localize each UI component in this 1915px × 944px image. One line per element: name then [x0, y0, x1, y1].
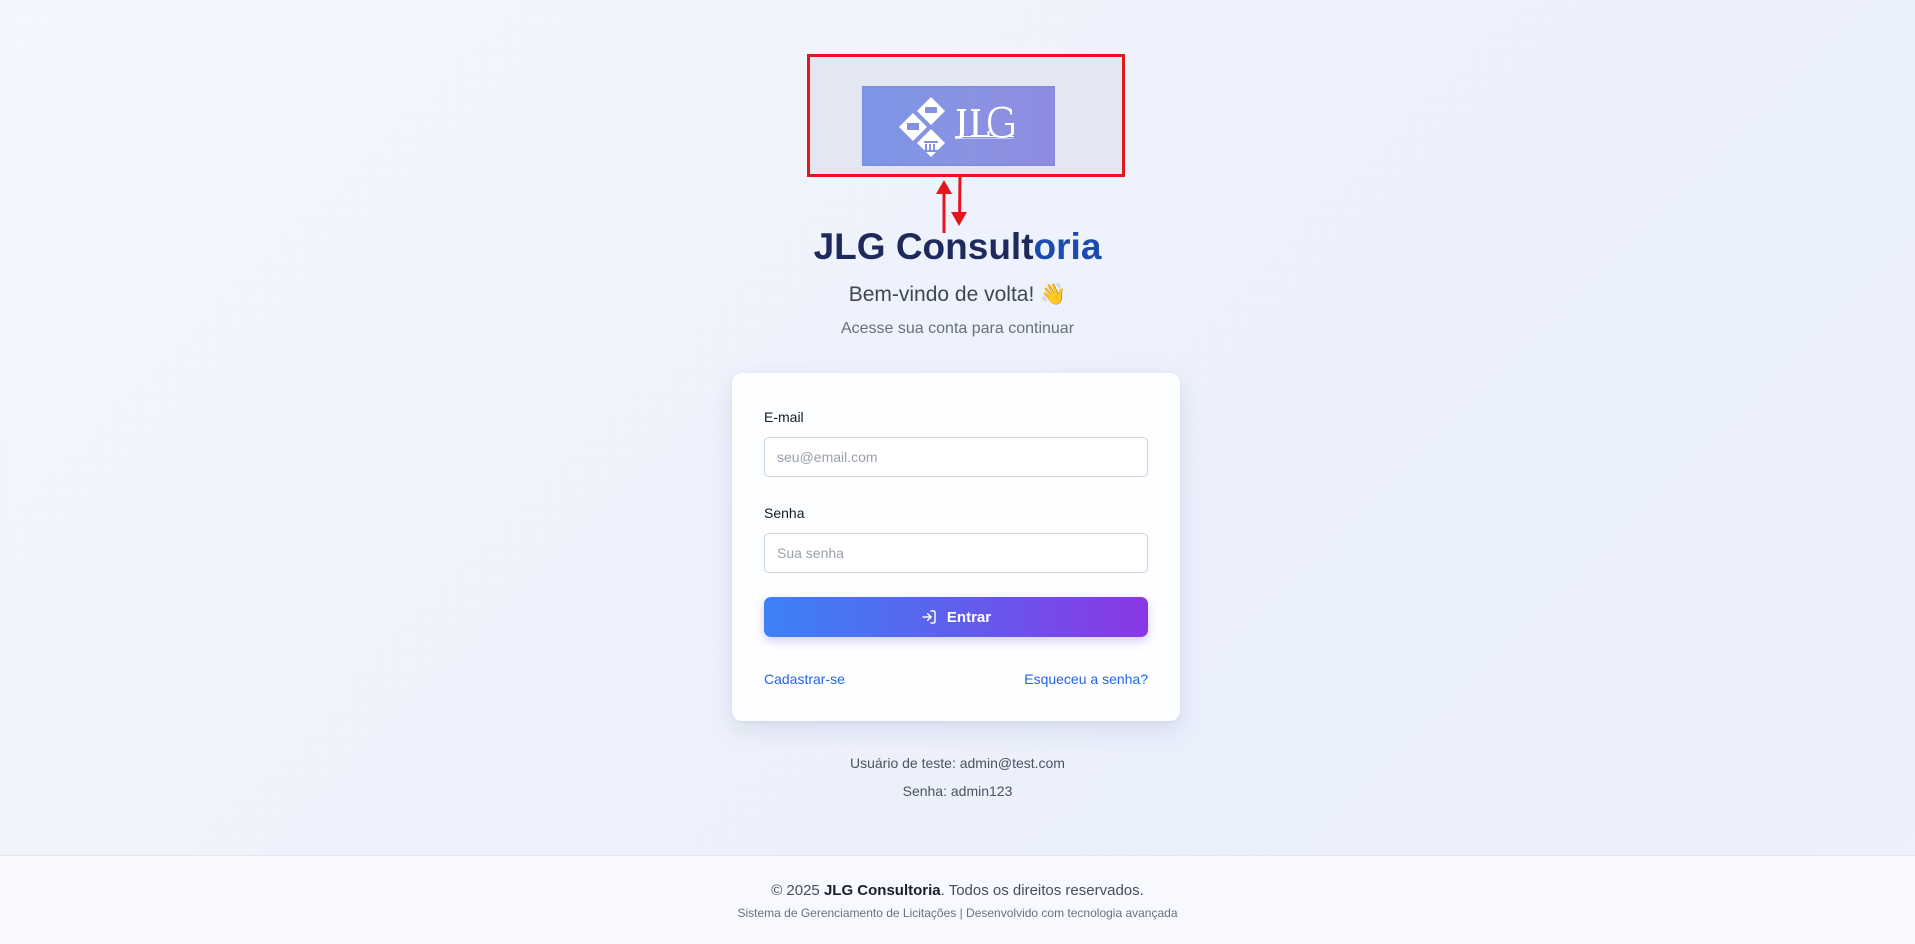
email-input[interactable]	[764, 437, 1148, 477]
login-card: E-mail Senha Entrar Cadastrar-se Esquece…	[732, 373, 1180, 721]
password-label: Senha	[764, 505, 805, 521]
email-label: E-mail	[764, 409, 804, 425]
welcome-heading: Bem-vindo de volta! 👋	[848, 283, 1067, 306]
login-button[interactable]: Entrar	[764, 597, 1148, 637]
footer-company: JLG Consultoria	[823, 882, 941, 899]
copyright-suffix: . Todos os direitos reservados.	[940, 882, 1144, 899]
test-user-hint: Usuário de teste: admin@test.com	[850, 755, 1065, 771]
welcome-subtitle: Acesse sua conta para continuar	[840, 320, 1075, 337]
password-input[interactable]	[764, 533, 1148, 573]
brand-title-accent: oria	[1033, 226, 1102, 267]
forgot-password-link[interactable]: Esqueceu a senha?	[1024, 670, 1148, 688]
company-logo	[862, 86, 1055, 166]
test-password-hint: Senha: admin123	[902, 783, 1013, 799]
brand-title: JLG Consultoria	[0, 225, 1915, 269]
footer-system-info: Sistema de Gerenciamento de Licitações |…	[737, 906, 1178, 920]
footer-copyright: © 2025 JLG Consultoria. Todos os direito…	[0, 882, 1915, 900]
register-link[interactable]: Cadastrar-se	[764, 670, 845, 688]
copyright-prefix: © 2025	[771, 882, 824, 899]
logo-annotation-frame	[807, 54, 1125, 177]
login-button-label: Entrar	[946, 608, 992, 626]
footer: © 2025 JLG Consultoria. Todos os direito…	[0, 855, 1915, 944]
brand-title-main: JLG Consult	[813, 226, 1034, 267]
log-in-icon	[921, 609, 937, 625]
